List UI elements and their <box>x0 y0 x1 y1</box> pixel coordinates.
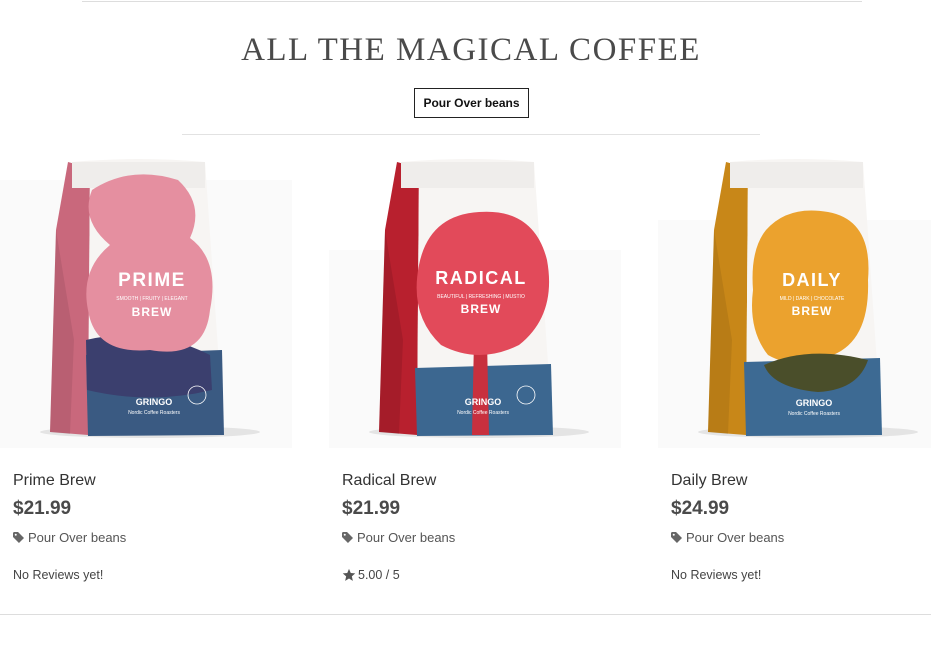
product-name[interactable]: Daily Brew <box>671 472 747 490</box>
product-review-text: 5.00 / 5 <box>358 568 400 582</box>
page-title: ALL THE MAGICAL COFFEE <box>241 32 701 68</box>
bag-brand-text: GRINGO <box>796 398 833 408</box>
coffee-bag-image: DAILY MILD | DARK | CHOCOLATE BREW GRING… <box>658 159 931 448</box>
bag-descriptor-text: BEAUTIFUL | REFRESHING | MUSTIO <box>437 294 525 300</box>
bag-brand-sub-text: Nordic Coffee Roasters <box>788 411 840 417</box>
coffee-bag-image: PRIME SMOOTH | FRUITY | ELEGANT BREW GRI… <box>0 159 292 448</box>
tag-icon <box>342 532 353 543</box>
bag-brand-text: GRINGO <box>465 397 502 407</box>
bag-descriptor-text: SMOOTH | FRUITY | ELEGANT <box>116 296 187 302</box>
product-price: $21.99 <box>13 498 72 519</box>
tag-icon <box>13 532 24 543</box>
bag-subtitle-text: BREW <box>792 304 833 318</box>
section-divider <box>182 134 760 135</box>
bag-brand-sub-text: Nordic Coffee Roasters <box>128 410 180 416</box>
product-image-link[interactable]: DAILY MILD | DARK | CHOCOLATE BREW GRING… <box>658 150 931 448</box>
top-divider <box>82 1 862 2</box>
product-name[interactable]: Prime Brew <box>13 472 96 490</box>
product-tag[interactable]: Pour Over beans <box>13 530 126 545</box>
product-tag-label: Pour Over beans <box>357 530 456 545</box>
bag-brand-sub-text: Nordic Coffee Roasters <box>457 410 509 416</box>
product-image-link[interactable]: PRIME SMOOTH | FRUITY | ELEGANT BREW GRI… <box>0 150 300 448</box>
product-price: $24.99 <box>671 498 730 519</box>
product-tag-label: Pour Over beans <box>686 530 785 545</box>
bag-title-text: PRIME <box>118 270 186 291</box>
coffee-bag-image: RADICAL BEAUTIFUL | REFRESHING | MUSTIO … <box>329 159 621 448</box>
bag-title-text: RADICAL <box>435 268 527 288</box>
product-listing-page: ALL THE MAGICAL COFFEE Pour Over beans P… <box>0 0 931 645</box>
product-review: 5.00 / 5 <box>342 568 400 582</box>
product-review-text: No Reviews yet! <box>13 568 104 582</box>
bag-descriptor-text: MILD | DARK | CHOCOLATE <box>780 296 845 302</box>
product-review: No Reviews yet! <box>13 568 103 582</box>
product-image-link[interactable]: RADICAL BEAUTIFUL | REFRESHING | MUSTIO … <box>329 150 629 448</box>
product-tag[interactable]: Pour Over beans <box>671 530 784 545</box>
star-icon <box>342 568 356 581</box>
product-card: PRIME SMOOTH | FRUITY | ELEGANT BREW GRI… <box>0 150 320 582</box>
product-tag[interactable]: Pour Over beans <box>342 530 455 545</box>
tag-icon <box>671 532 682 543</box>
bottom-divider <box>0 614 931 615</box>
product-review: No Reviews yet! <box>671 568 761 582</box>
product-card: RADICAL BEAUTIFUL | REFRESHING | MUSTIO … <box>329 150 649 582</box>
product-tag-label: Pour Over beans <box>28 530 127 545</box>
product-review-text: No Reviews yet! <box>671 568 762 582</box>
product-card: DAILY MILD | DARK | CHOCOLATE BREW GRING… <box>658 150 931 582</box>
bag-title-text: DAILY <box>782 270 842 290</box>
pour-over-filter-button[interactable]: Pour Over beans <box>414 88 529 118</box>
product-name[interactable]: Radical Brew <box>342 472 436 490</box>
product-price: $21.99 <box>342 498 401 519</box>
bag-subtitle-text: BREW <box>461 302 502 316</box>
bag-subtitle-text: BREW <box>132 305 173 319</box>
bag-brand-text: GRINGO <box>136 397 173 407</box>
